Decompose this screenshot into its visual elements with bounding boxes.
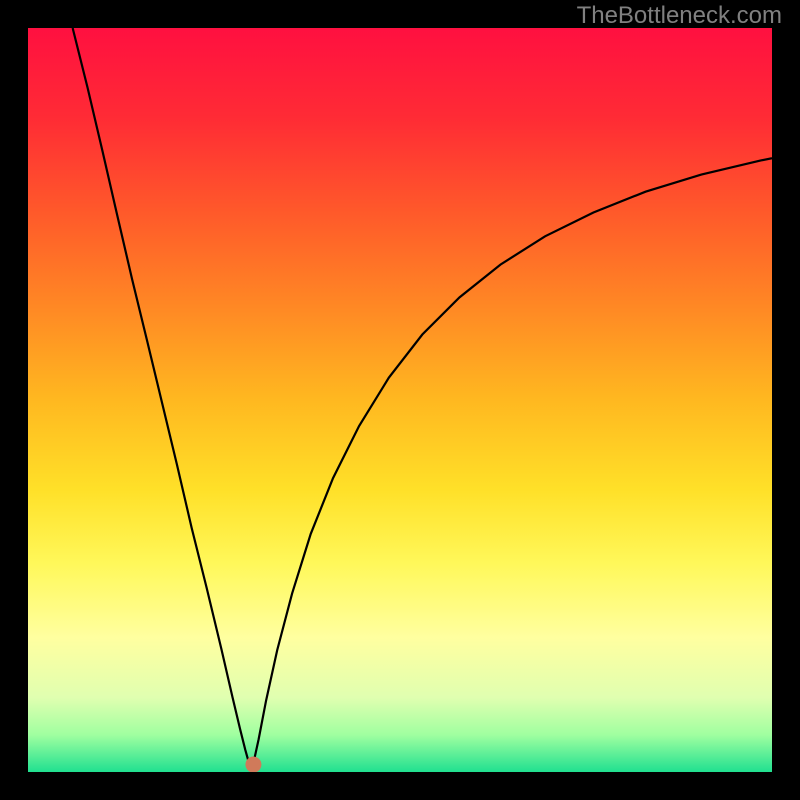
chart-svg [28, 28, 772, 772]
chart-background [28, 28, 772, 772]
watermark-text: TheBottleneck.com [577, 2, 782, 30]
chart-marker-dot [245, 757, 261, 772]
chart-plot-area [28, 28, 772, 772]
